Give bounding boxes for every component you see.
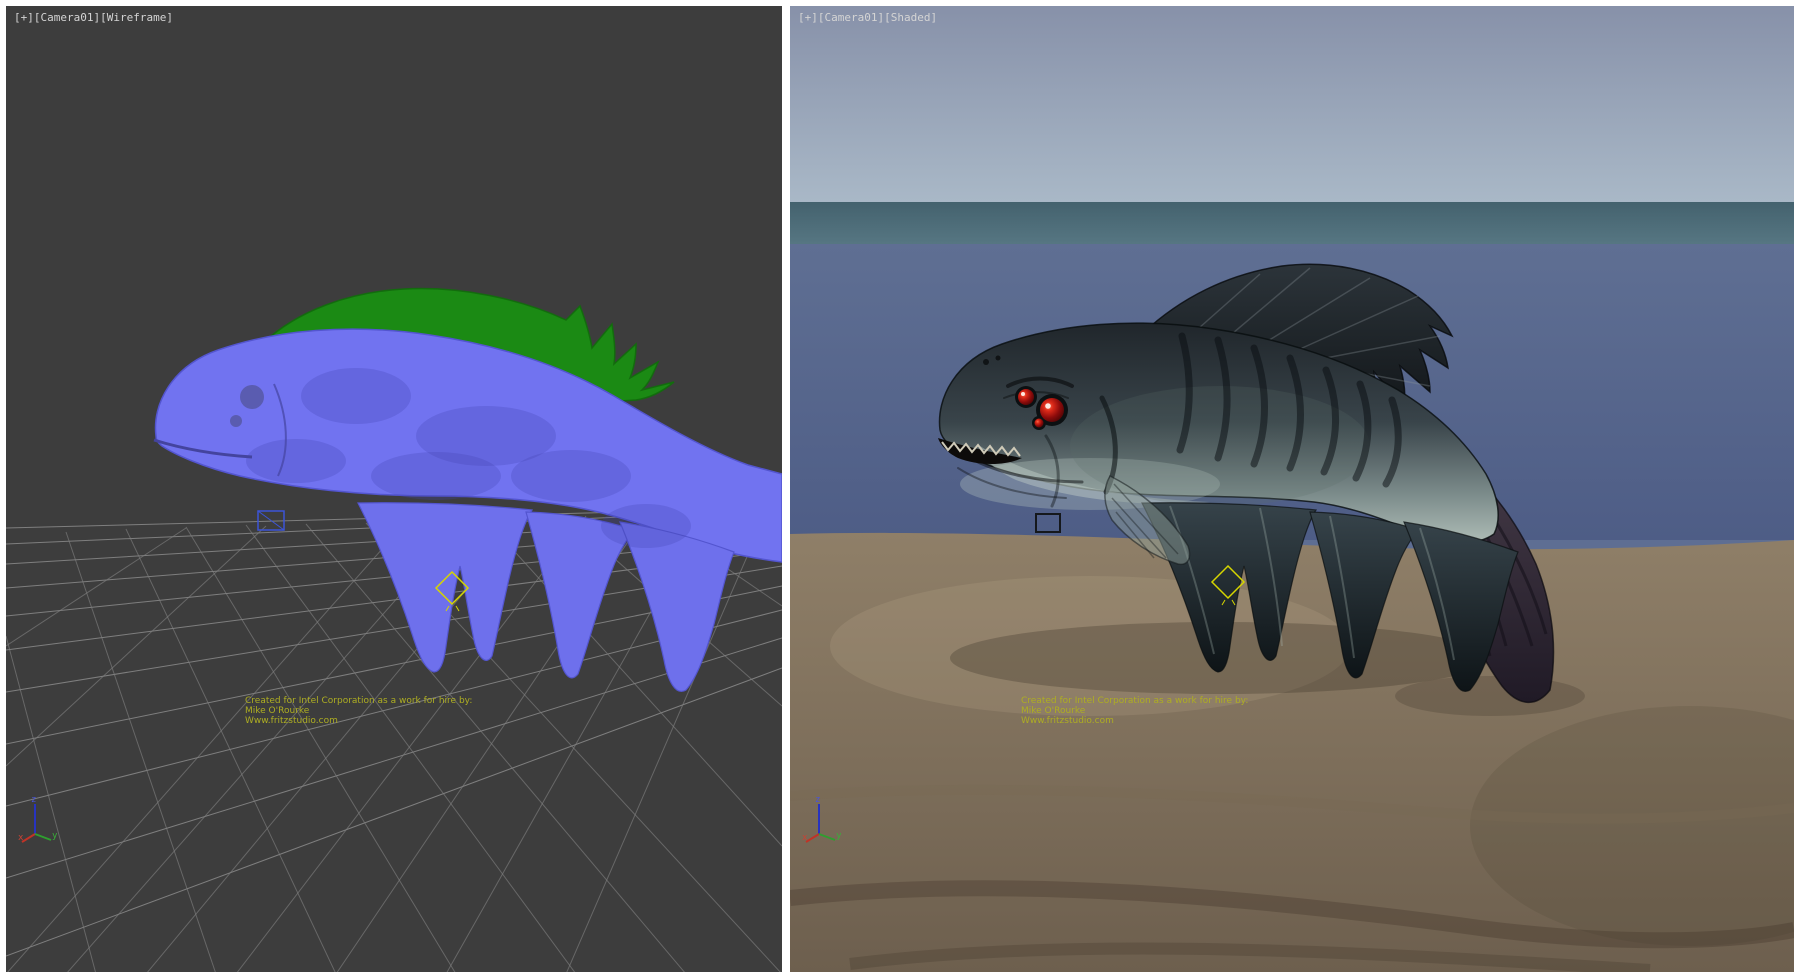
axis-x-label: x [18,833,24,843]
wireframe-scene-canvas [6,6,782,972]
eye-red-small [1018,389,1034,405]
nostril-left [983,359,989,365]
axis-z-label: z [31,795,36,805]
watermark-line1: Created for Intel Corporation as a work … [1021,696,1248,706]
viewport-shaded[interactable]: [+][Camera01][Shaded] Created for Intel … [790,6,1794,972]
axis-x-label: x [802,833,808,843]
watermark-line3: Www.fritzstudio.com [245,716,472,726]
shaded-scene-canvas [790,6,1794,972]
sea-band [790,202,1794,244]
world-axis-gizmo: z x y [802,792,844,848]
viewport-area: [+][Camera01][Wireframe] Created for Int… [0,0,1800,978]
watermark-line1: Created for Intel Corporation as a work … [245,696,472,706]
fish-eye-spot-small [230,415,242,427]
watermark-line3: Www.fritzstudio.com [1021,716,1248,726]
watermark-line2: Mike O'Rourke [245,706,472,716]
fish-eye-spot-large [240,385,264,409]
sky-upper [790,6,1794,202]
axis-y-label: y [836,831,842,841]
eye-red-tiny [1035,419,1044,428]
nostril-right [996,356,1001,361]
viewport-label[interactable]: [+][Camera01][Wireframe] [14,11,173,24]
axis-y-label: y [52,831,58,841]
watermark: Created for Intel Corporation as a work … [1021,696,1248,726]
viewport-label[interactable]: [+][Camera01][Shaded] [798,11,937,24]
viewport-wireframe[interactable]: [+][Camera01][Wireframe] Created for Int… [6,6,782,972]
world-axis-gizmo: z x y [18,792,60,848]
tail-shadow [1395,676,1585,716]
watermark: Created for Intel Corporation as a work … [245,696,472,726]
eye-red-large [1040,398,1064,422]
axis-z-label: z [815,795,820,805]
watermark-line2: Mike O'Rourke [1021,706,1248,716]
